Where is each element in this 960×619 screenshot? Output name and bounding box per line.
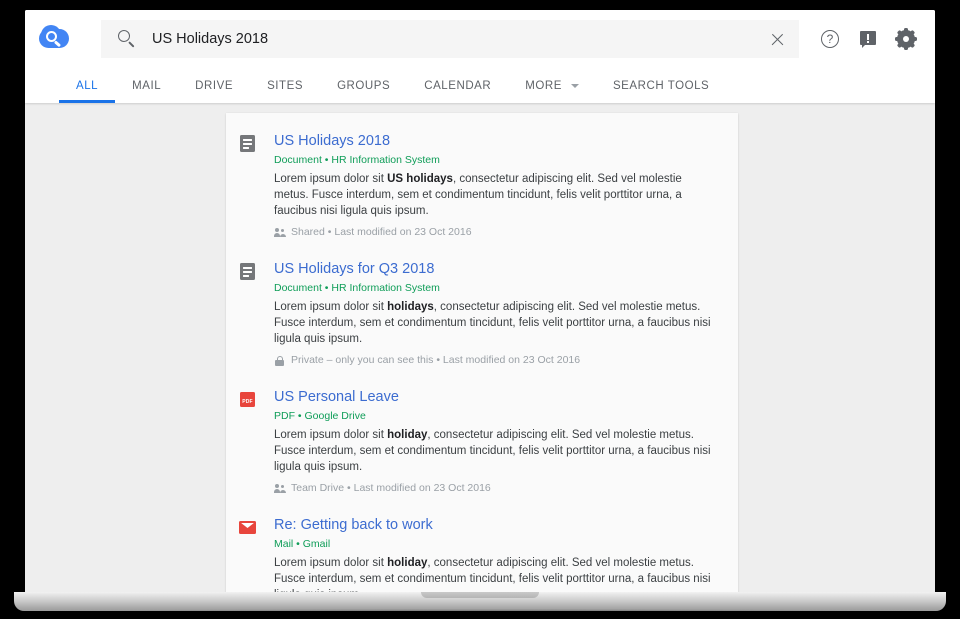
- search-icon-ring: [118, 30, 130, 42]
- people-shared-icon: [274, 483, 286, 494]
- result-snippet: Lorem ipsum dolor sit holiday, consectet…: [274, 555, 714, 595]
- result-type-icon: [238, 263, 260, 283]
- tab-sites[interactable]: SITES: [250, 68, 320, 103]
- result-snippet-pre: Lorem ipsum dolor sit: [274, 173, 387, 185]
- result-title-link[interactable]: US Holidays for Q3 2018: [274, 260, 434, 279]
- result-snippet: Lorem ipsum dolor sit US holidays, conse…: [274, 171, 714, 219]
- result-snippet-pre: Lorem ipsum dolor sit: [274, 301, 387, 313]
- result-source-label: PDF • Google Drive: [274, 409, 714, 424]
- result-source-label: Document • HR Information System: [274, 281, 714, 296]
- result-meta-text: Shared • Last modified on 23 Oct 2016: [291, 225, 472, 240]
- results-area: US Holidays 2018 Document • HR Informatio…: [25, 103, 935, 595]
- tab-more[interactable]: MORE: [508, 68, 596, 103]
- gear-center-hole: [903, 36, 909, 42]
- search-result-item[interactable]: US Holidays 2018 Document • HR Informatio…: [226, 121, 738, 249]
- result-snippet-pre: Lorem ipsum dolor sit: [274, 557, 387, 569]
- document-icon: [240, 135, 255, 152]
- result-meta-text: Team Drive • Last modified on 23 Oct 201…: [291, 481, 491, 496]
- result-title-link[interactable]: US Holidays 2018: [274, 132, 390, 151]
- help-button[interactable]: ?: [813, 22, 847, 56]
- result-snippet-highlight: US holidays: [387, 173, 453, 185]
- result-snippet-highlight: holiday: [387, 429, 427, 441]
- tab-groups[interactable]: GROUPS: [320, 68, 407, 103]
- result-title-link[interactable]: Re: Getting back to work: [274, 516, 433, 535]
- result-snippet: Lorem ipsum dolor sit holiday, consectet…: [274, 427, 714, 475]
- settings-button[interactable]: [889, 22, 923, 56]
- result-source-label: Mail • Gmail: [274, 537, 714, 552]
- search-icon-handle: [128, 41, 134, 47]
- result-snippet-highlight: holidays: [387, 301, 434, 313]
- results-card: US Holidays 2018 Document • HR Informatio…: [226, 113, 738, 595]
- tab-calendar[interactable]: CALENDAR: [407, 68, 508, 103]
- tab-label: MORE: [525, 80, 562, 92]
- search-result-item[interactable]: US Holidays for Q3 2018 Document • HR Inf…: [226, 249, 738, 377]
- feedback-icon-exclamation-bar: [867, 34, 869, 40]
- result-snippet-pre: Lorem ipsum dolor sit: [274, 429, 387, 441]
- result-snippet-highlight: holiday: [387, 557, 427, 569]
- result-meta: Shared • Last modified on 23 Oct 2016: [274, 225, 714, 240]
- document-icon-line: [243, 267, 252, 269]
- pdf-icon: PDF: [240, 392, 255, 407]
- tab-all[interactable]: ALL: [59, 68, 115, 103]
- search-icon: [118, 30, 136, 48]
- result-body: US Holidays for Q3 2018 Document • HR Inf…: [274, 260, 714, 368]
- laptop-base-shadow: [40, 609, 920, 614]
- tab-drive[interactable]: DRIVE: [178, 68, 250, 103]
- document-icon-line: [243, 275, 249, 277]
- search-input[interactable]: [152, 31, 755, 47]
- clear-search-button[interactable]: [755, 20, 799, 58]
- tab-search-tools[interactable]: SEARCH TOOLS: [596, 68, 726, 103]
- result-body: US Personal Leave PDF • Google Drive Lorem…: [274, 388, 714, 496]
- gear-icon: [897, 30, 915, 48]
- result-source-label: Document • HR Information System: [274, 153, 714, 168]
- help-icon-glyph: ?: [813, 22, 847, 56]
- document-icon-line: [243, 143, 252, 145]
- laptop-mockup: ?: [0, 0, 960, 619]
- mail-icon: [239, 521, 256, 534]
- tab-label: CALENDAR: [424, 80, 491, 92]
- document-icon-line: [243, 271, 252, 273]
- result-body: Re: Getting back to work Mail • Gmail Lore…: [274, 516, 714, 595]
- document-icon: [240, 263, 255, 280]
- result-meta-text: Private – only you can see this • Last m…: [291, 353, 580, 368]
- search-result-item[interactable]: Re: Getting back to work Mail • Gmail Lore…: [226, 505, 738, 595]
- feedback-button[interactable]: [851, 22, 885, 56]
- topbar-actions: ?: [809, 22, 923, 56]
- lock-private-icon: [274, 355, 286, 366]
- feedback-icon-tail: [862, 44, 866, 48]
- result-snippet: Lorem ipsum dolor sit holidays, consecte…: [274, 299, 714, 347]
- laptop-base-notch: [421, 592, 539, 598]
- mail-icon-flap: [241, 523, 255, 530]
- tab-label: MAIL: [132, 80, 161, 92]
- cloud-search-logo[interactable]: [35, 24, 77, 54]
- search-bar[interactable]: [101, 20, 799, 58]
- top-bar: ?: [25, 10, 935, 68]
- app-header: ?: [25, 10, 935, 103]
- tab-label: SEARCH TOOLS: [613, 80, 709, 92]
- result-meta: Team Drive • Last modified on 23 Oct 201…: [274, 481, 714, 496]
- tab-label: DRIVE: [195, 80, 233, 92]
- result-type-icon: [238, 135, 260, 155]
- result-body: US Holidays 2018 Document • HR Informatio…: [274, 132, 714, 240]
- tab-label: SITES: [267, 80, 303, 92]
- laptop-screen: ?: [25, 10, 935, 595]
- document-icon-line: [243, 139, 252, 141]
- tab-label: ALL: [76, 80, 98, 92]
- result-title-link[interactable]: US Personal Leave: [274, 388, 399, 407]
- result-type-icon: PDF: [238, 391, 260, 411]
- tab-label: GROUPS: [337, 80, 390, 92]
- cloud-search-page: ?: [25, 10, 935, 595]
- people-shared-icon: [274, 227, 286, 238]
- feedback-icon-exclamation-dot: [867, 41, 869, 43]
- document-icon-line: [243, 147, 249, 149]
- result-meta: Private – only you can see this • Last m…: [274, 353, 714, 368]
- tab-mail[interactable]: MAIL: [115, 68, 178, 103]
- result-type-icon: [238, 519, 260, 539]
- search-result-item[interactable]: PDF US Personal Leave PDF • Google Drive Lo…: [226, 377, 738, 505]
- chevron-down-icon: [571, 84, 579, 88]
- nav-tabs: ALL MAIL DRIVE SITES GROUPS CALENDAR MORE SEARC…: [25, 68, 935, 103]
